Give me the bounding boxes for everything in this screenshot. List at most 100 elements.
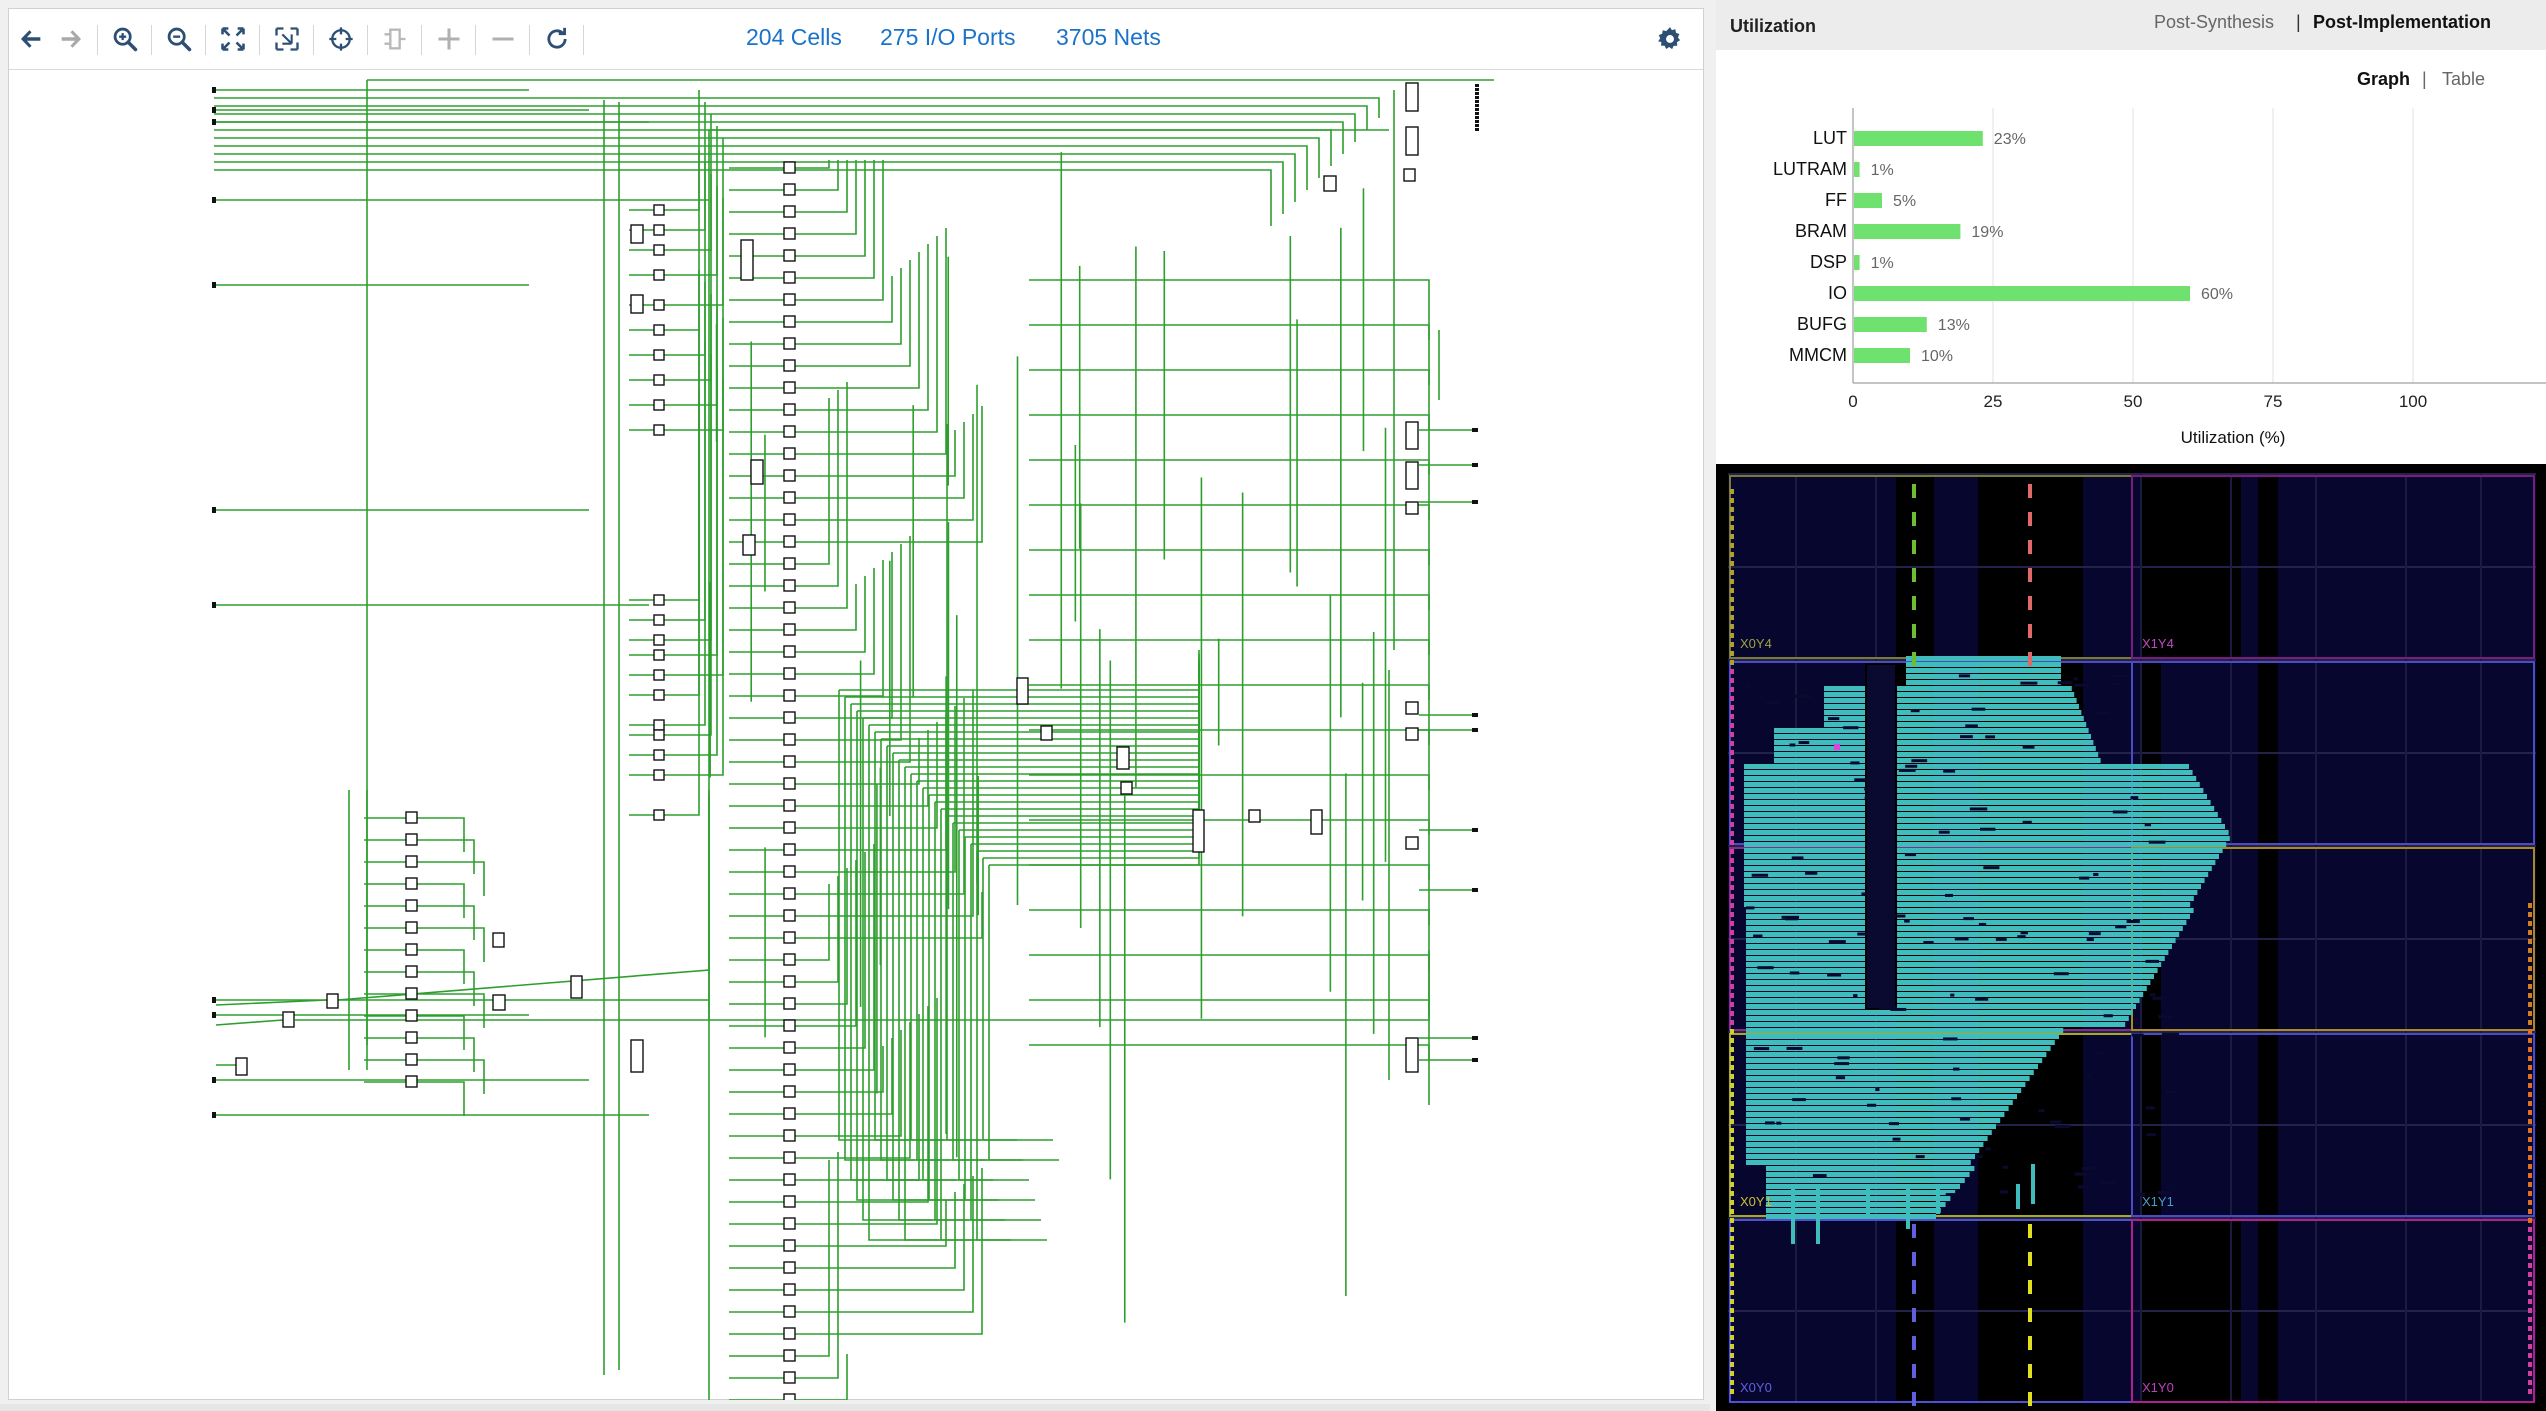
expand-button[interactable]	[429, 22, 469, 56]
empty-site	[1812, 1174, 1827, 1178]
port	[1475, 128, 1479, 131]
empty-site	[2020, 931, 2028, 935]
cell	[1405, 727, 1419, 741]
collapse-button[interactable]	[483, 22, 523, 56]
regenerate-button[interactable]	[375, 22, 415, 56]
view-separator: |	[2422, 69, 2427, 89]
port	[212, 197, 216, 203]
net	[1029, 279, 1430, 340]
empty-site	[2130, 796, 2139, 800]
io-site	[1730, 939, 1734, 944]
net	[795, 276, 893, 323]
empty-site	[2077, 1185, 2090, 1189]
net	[795, 398, 830, 565]
net	[664, 174, 712, 381]
placed-row	[1746, 1130, 1992, 1135]
clock-line-segment	[1912, 540, 1916, 554]
net	[795, 560, 884, 697]
port	[1475, 112, 1479, 115]
settings-button[interactable]	[1650, 22, 1690, 56]
placed-row	[1746, 1070, 2034, 1075]
net	[795, 876, 839, 983]
net	[664, 270, 700, 601]
cell	[783, 777, 796, 790]
empty-site	[1766, 701, 1782, 705]
cell	[740, 239, 754, 281]
net	[214, 137, 1320, 178]
schematic-canvas[interactable]	[9, 70, 1703, 1400]
tab-post-synthesis[interactable]: Post-Synthesis	[2154, 12, 2274, 33]
view-graph-tab[interactable]: Graph	[2357, 69, 2410, 90]
net-wires	[214, 79, 1494, 1400]
placed-stub	[1936, 1184, 1940, 1214]
empty-site	[1888, 914, 1906, 918]
nets-count-link[interactable]: 3705 Nets	[1056, 24, 1161, 51]
io-site	[1730, 1020, 1734, 1025]
io-site	[1730, 1371, 1734, 1376]
clock-line-segment	[1912, 1308, 1916, 1322]
net	[664, 294, 712, 641]
io-site	[1730, 741, 1734, 746]
cells-count-link[interactable]: 204 Cells	[746, 24, 842, 51]
io-site	[2528, 1065, 2532, 1070]
cell	[783, 337, 796, 350]
net	[1029, 684, 1430, 745]
placed-row	[1746, 1088, 2022, 1093]
io-site	[1730, 1146, 1734, 1151]
io-site	[2528, 975, 2532, 980]
placed-row	[1746, 980, 2151, 985]
placed-row	[1746, 1040, 2055, 1045]
empty-site	[2079, 876, 2090, 880]
value-label: 19%	[1971, 224, 2003, 241]
cell	[1405, 421, 1419, 450]
bar-mmcm	[1854, 348, 1910, 363]
forward-button[interactable]	[51, 22, 91, 56]
port	[1475, 108, 1479, 111]
back-button[interactable]	[11, 22, 51, 56]
placed-stub	[1866, 1184, 1870, 1214]
io-site	[1730, 579, 1734, 584]
io-site	[2528, 1236, 2532, 1241]
empty-site	[1905, 764, 1918, 768]
io-site	[1730, 1254, 1734, 1259]
net	[795, 268, 902, 345]
io-site	[2528, 939, 2532, 944]
io-site	[2528, 1389, 2532, 1394]
zoom-area-button[interactable]	[267, 22, 307, 56]
empty-site	[1971, 707, 1986, 711]
io-site	[1730, 660, 1734, 665]
zoom-out-button[interactable]	[159, 22, 199, 56]
empty-site	[1864, 787, 1879, 791]
clock-line-segment	[1912, 1224, 1916, 1238]
cell	[783, 513, 796, 526]
io-site	[1730, 543, 1734, 548]
cell	[1405, 501, 1419, 515]
autofit-selection-button[interactable]	[321, 22, 361, 56]
empty-site	[1975, 997, 1989, 1001]
cell	[783, 161, 796, 174]
zoom-in-button[interactable]	[105, 22, 145, 56]
io-site	[1730, 561, 1734, 566]
view-table-tab[interactable]: Table	[2442, 69, 2485, 90]
net	[1029, 864, 1430, 925]
empty-site	[1785, 917, 1798, 921]
io-site	[1730, 732, 1734, 737]
empty-site	[1959, 735, 1973, 739]
cell	[653, 374, 665, 386]
io-site	[1730, 1029, 1734, 1034]
net	[1029, 324, 1430, 385]
io-ports-count-link[interactable]: 275 I/O Ports	[880, 24, 1016, 51]
device-view[interactable]: X0Y4 X1Y4 X0Y1 X1Y1 X0Y0 X1Y0	[1716, 464, 2546, 1411]
io-site	[2528, 1155, 2532, 1160]
net	[417, 905, 475, 940]
io-site	[2528, 1218, 2532, 1223]
zoom-fit-button[interactable]	[213, 22, 253, 56]
cell	[653, 634, 665, 646]
empty-site	[1786, 1046, 1803, 1050]
io-site	[1730, 1344, 1734, 1349]
cell	[1116, 746, 1130, 770]
tab-post-implementation[interactable]: Post-Implementation	[2313, 12, 2491, 33]
value-label: 23%	[1994, 131, 2026, 148]
refresh-button[interactable]	[537, 22, 577, 56]
io-site	[2528, 1353, 2532, 1358]
